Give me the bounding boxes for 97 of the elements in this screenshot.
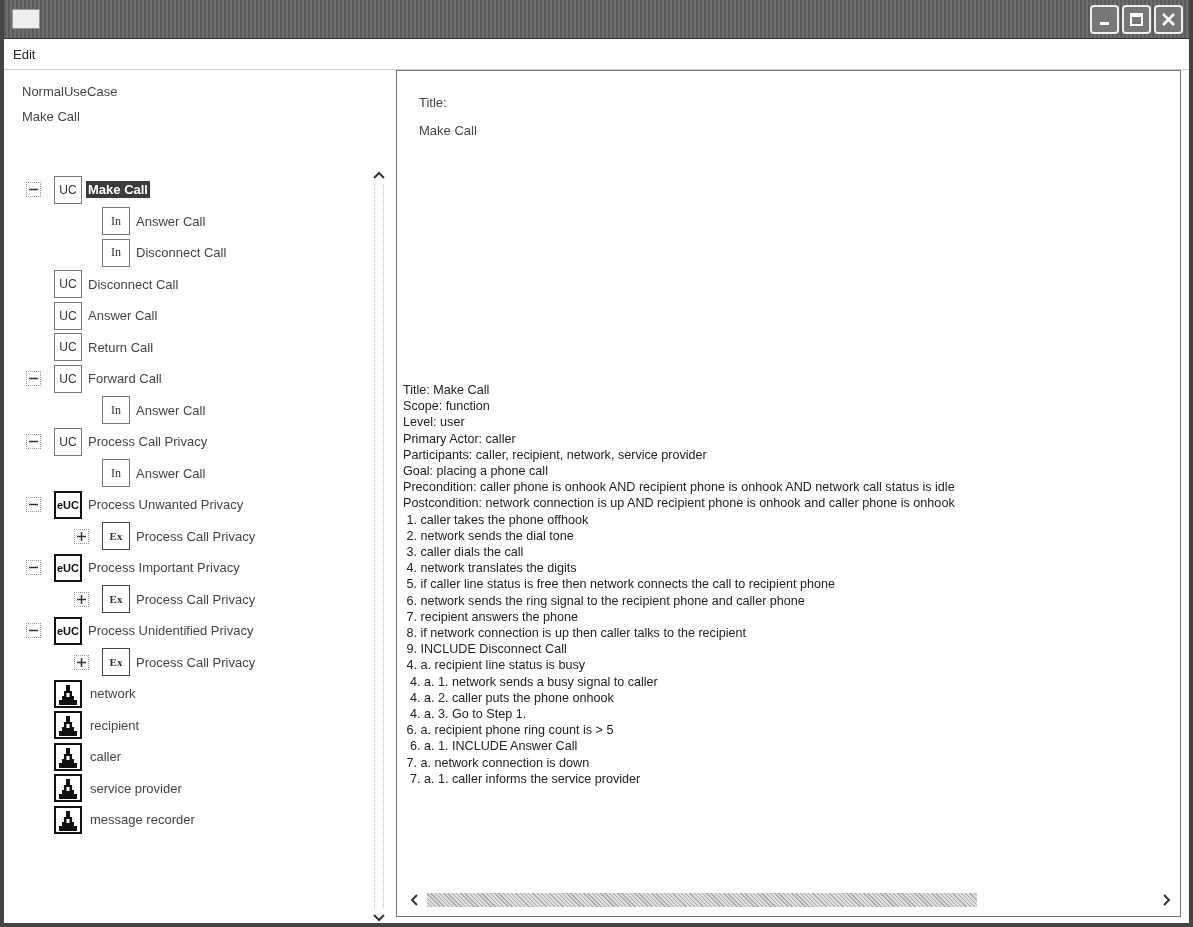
tree-item[interactable]: Answer Call [134,464,208,482]
tree-item[interactable]: Process Unwanted Privacy [86,496,246,514]
tree-item[interactable]: Process Call Privacy [86,433,210,451]
description-line: 6. a. recipient phone ring count is > 5 [405,722,615,739]
tree-item[interactable]: Answer Call [134,212,208,230]
description-line: 6. network sends the ring signal to the recipient phone and caller phone [405,592,806,609]
description-line: 7. a. network connection is down [405,754,591,771]
scrollbar-thumb[interactable] [427,893,977,907]
description-line: Participants: caller, recipient, network, service provider [403,446,708,463]
field-label: Title: [419,95,448,110]
include-icon: In [102,207,130,236]
tree-item[interactable]: caller [88,748,124,766]
tree-item[interactable]: Answer Call [134,401,208,419]
description-line: 4. a. 3. Go to Step 1. [409,706,528,723]
tree-item[interactable]: Process Unidentified Privacy [86,622,256,640]
description-line: Goal: placing a phone call [403,463,549,480]
description-line: 4. a. 1. network sends a busy signal to caller [409,673,659,690]
minimize-button[interactable] [1090,4,1119,34]
tree-item[interactable]: Process Call Privacy [134,653,258,671]
description-line: Precondition: caller phone is onhook AND recipient phone is onhook AND network call status is idle [403,479,956,496]
extend-icon: Ex [102,585,130,614]
description-line: 8. if network connection is up then caller talks to the recipient [405,625,747,642]
tree-item[interactable]: service provider [88,779,184,797]
scroll-left-icon[interactable] [409,893,419,907]
close-button[interactable] [1154,4,1183,34]
close-icon [1162,12,1175,26]
minimize-icon [1100,22,1109,25]
use-case-icon: UC [54,364,82,393]
use-case-icon: UC [54,427,82,456]
description-line: 9. INCLUDE Disconnect Call [405,641,568,658]
description-line: 2. network sends the dial tone [405,527,575,545]
actor-icon [54,679,82,708]
description-line: Primary Actor: caller [403,430,517,447]
plus-icon [77,594,86,604]
include-icon: In [102,459,130,488]
title-value: Make Call [419,123,478,138]
actor-icon [54,711,82,740]
horizontal-scrollbar[interactable] [409,890,1172,910]
actor-icon [54,774,82,803]
tree-item[interactable]: Process Important Privacy [86,559,242,577]
description-line: 1. caller takes the phone offhook [405,511,590,528]
expand-toggle[interactable] [74,654,89,670]
description-line: Title: Make Call [403,382,491,399]
tree-item[interactable]: Forward Call [86,370,164,388]
expand-toggle[interactable] [74,591,89,607]
plus-icon [77,657,86,667]
scroll-down-icon[interactable] [372,913,386,923]
actor-icon [54,805,82,834]
expand-toggle[interactable] [74,528,89,544]
description-line: Postcondition: network connection is up AND recipient phone is onhook and caller phone is onhook [403,495,956,512]
extended-use-case-icon: eUC [54,553,82,582]
description-line: 3. caller dials the call [405,544,525,561]
extended-use-case-icon: eUC [54,616,82,645]
collapse-toggle[interactable] [26,497,41,513]
menu-item[interactable]: Edit [10,44,39,64]
scroll-right-icon[interactable] [1162,893,1172,907]
element-type: NormalUseCase [22,84,119,99]
extended-use-case-icon: eUC [54,490,82,519]
tree-item[interactable]: Make Call [86,181,150,199]
description-line: 4. network translates the digits [405,560,578,577]
tree-item[interactable]: Disconnect Call [86,275,181,293]
description-line: Level: user [403,414,466,431]
collapse-toggle[interactable] [26,623,41,639]
tree-item[interactable]: recipient [88,716,142,734]
description-line: 5. if caller line status is free then network connects the call to recipient phone [405,576,836,593]
use-case-icon: UC [54,301,82,330]
element-name: Make Call [22,109,81,124]
description-line: 4. a. 2. caller puts the phone onhook [409,689,615,707]
collapse-toggle[interactable] [26,182,41,198]
include-icon: In [102,396,130,425]
description-line: Scope: function [403,398,491,415]
description-line: 4. a. recipient line status is busy [405,657,586,674]
use-case-icon: UC [54,270,82,299]
collapse-toggle[interactable] [26,560,41,576]
description-line: 6. a. 1. INCLUDE Answer Call [409,738,579,755]
actor-icon [54,742,82,771]
description-line: 7. recipient answers the phone [405,608,580,626]
tree-item[interactable]: Answer Call [86,307,160,325]
tree-item[interactable]: Return Call [86,338,156,356]
extend-icon: Ex [102,648,130,677]
maximize-button[interactable] [1122,4,1151,34]
tree-item[interactable]: Disconnect Call [134,244,229,262]
tree-item[interactable]: message recorder [88,811,197,829]
extend-icon: Ex [102,522,130,551]
use-case-icon: UC [54,333,82,362]
tree-item[interactable]: network [88,685,138,703]
scroll-up-icon[interactable] [372,170,386,180]
maximize-icon [1130,12,1143,26]
tree-item[interactable]: Process Call Privacy [134,527,258,545]
collapse-toggle[interactable] [26,434,41,450]
use-case-icon: UC [54,175,82,204]
tree-item[interactable]: Process Call Privacy [134,590,258,608]
collapse-toggle[interactable] [26,371,41,387]
include-icon: In [102,238,130,267]
app-icon [12,9,40,29]
plus-icon [77,531,86,541]
description-line: 7. a. 1. caller informs the service provider [409,770,642,788]
